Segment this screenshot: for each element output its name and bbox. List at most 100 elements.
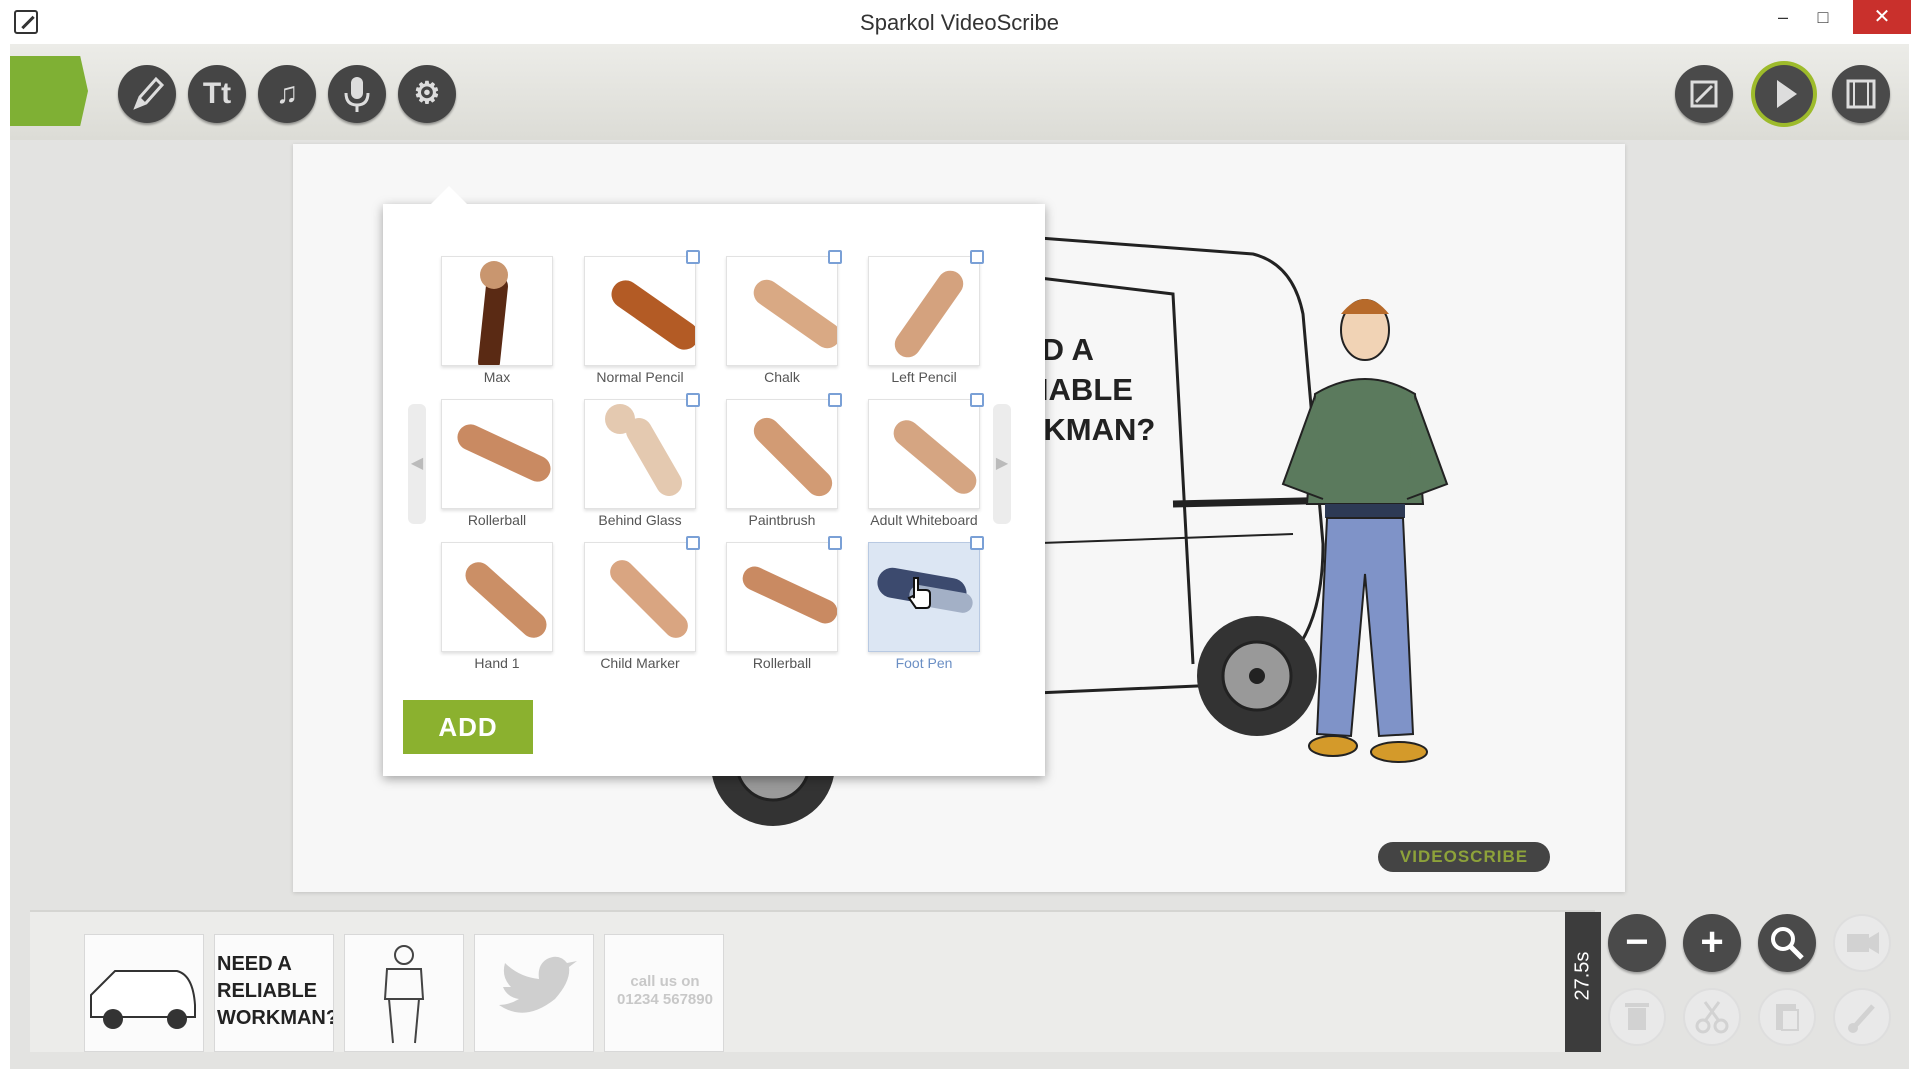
hand-option-paintbrush[interactable]: Paintbrush — [726, 393, 842, 529]
hand-thumbnail — [868, 256, 980, 366]
maximize-button[interactable]: □ — [1800, 0, 1846, 34]
videoscribe-pen-logo: VIDEOSCRIBE — [1378, 842, 1550, 872]
microphone-icon — [344, 77, 370, 112]
title-bar: Sparkol VideoScribe – □ ✕ — [0, 0, 1919, 44]
hand-thumbnail — [868, 399, 980, 509]
add-text-button[interactable]: Tt — [188, 65, 246, 123]
delete-button[interactable] — [1608, 988, 1666, 1046]
timeline-strip: NEED A RELIABLE WORKMAN? call us on 0123… — [30, 910, 1601, 1052]
brush-icon — [1848, 1004, 1875, 1033]
thumb-caption-text: NEED A RELIABLE WORKMAN? — [217, 953, 334, 1029]
gear-icon: ⚙ — [413, 77, 441, 110]
main-toolbar: Tt ♫ ⚙ — [10, 44, 1909, 140]
hand-thumbnail — [441, 399, 553, 509]
hand-option-child-marker[interactable]: Child Marker — [584, 536, 700, 672]
bird-icon — [499, 956, 577, 1013]
add-image-button[interactable] — [118, 65, 176, 123]
external-link-icon — [828, 536, 842, 550]
thumb-faded-text: call us on 01234 567890 — [617, 973, 713, 1008]
trash-icon — [1625, 1003, 1649, 1030]
timeline-thumb-phone[interactable]: call us on 01234 567890 — [604, 934, 724, 1052]
timeline-thumb-text[interactable]: NEED A RELIABLE WORKMAN? — [214, 934, 334, 1052]
add-music-button[interactable]: ♫ — [258, 65, 316, 123]
workman-thumbnail-icon — [383, 945, 425, 1044]
hand-option-rollerball[interactable]: Rollerball — [441, 399, 553, 529]
render-video-button[interactable] — [1832, 65, 1890, 123]
external-link-icon — [970, 536, 984, 550]
external-link-icon — [686, 393, 700, 407]
hand-label: Rollerball — [752, 655, 812, 671]
hand-label: Max — [483, 369, 511, 385]
paste-button[interactable] — [1758, 988, 1816, 1046]
popup-pointer — [431, 186, 467, 204]
window-title: Sparkol VideoScribe — [860, 10, 1059, 35]
external-link-icon — [828, 393, 842, 407]
close-button[interactable]: ✕ — [1853, 0, 1911, 34]
external-link-icon — [686, 536, 700, 550]
hand-label: Hand 1 — [474, 655, 520, 671]
film-icon — [1846, 79, 1876, 109]
hand-option-adult-whiteboard[interactable]: Adult Whiteboard — [868, 393, 984, 529]
external-link-icon — [686, 250, 700, 264]
hand-option-left-pencil[interactable]: Left Pencil — [868, 250, 984, 386]
hand-thumbnail — [584, 256, 696, 366]
prev-page-arrow[interactable]: ◀ — [408, 404, 426, 524]
hand-picker-popup: ◀ ▶ Max Normal Pencil Chalk Left Pencil … — [383, 186, 1045, 776]
hand-thumbnail — [584, 399, 696, 509]
hand-option-foot-pen[interactable]: Foot Pen — [868, 536, 984, 672]
hand-thumbnail — [584, 542, 696, 652]
next-page-arrow[interactable]: ▶ — [993, 404, 1011, 524]
camera-button[interactable] — [1833, 914, 1891, 972]
scissors-icon — [1695, 1001, 1729, 1034]
hand-thumbnail — [441, 542, 553, 652]
hand-thumbnail — [726, 256, 838, 366]
app-window: Tt ♫ ⚙ A LIABLE RKMAN? VIDEOSCRIBE ◀ ▶ M… — [10, 44, 1909, 1069]
hand-label: Chalk — [764, 369, 800, 385]
timeline-thumb-twitter[interactable] — [474, 934, 594, 1052]
hand-label: Child Marker — [600, 655, 680, 671]
hand-thumbnail — [726, 399, 838, 509]
hand-option-normal-pencil[interactable]: Normal Pencil — [584, 250, 700, 386]
clipboard-icon — [1776, 1004, 1799, 1031]
external-link-icon — [970, 250, 984, 264]
zoom-fit-button[interactable] — [1758, 914, 1816, 972]
cut-button[interactable] — [1683, 988, 1741, 1046]
music-icon: ♫ — [275, 77, 299, 110]
pencil-icon — [133, 76, 165, 110]
play-button[interactable] — [1755, 65, 1813, 123]
duration-text: 27.5s — [1571, 951, 1594, 1001]
hand-label: Left Pencil — [891, 369, 957, 385]
cursor-hand-icon — [907, 577, 931, 609]
timeline-duration: 27.5s — [1565, 912, 1601, 1052]
timeline-thumb-van[interactable] — [84, 934, 204, 1052]
zoom-out-button[interactable]: − — [1608, 914, 1666, 972]
timeline-thumb-workman[interactable] — [344, 934, 464, 1052]
export-icon — [1690, 80, 1718, 108]
hand-thumbnail — [441, 256, 553, 366]
export-button[interactable] — [1675, 65, 1733, 123]
magnifier-icon — [1771, 927, 1804, 960]
add-hand-button[interactable]: ADD — [403, 700, 533, 754]
van-thumbnail-icon — [90, 970, 196, 1029]
hand-label: Behind Glass — [598, 512, 682, 528]
play-icon — [1777, 80, 1797, 108]
hand-label: Paintbrush — [748, 512, 816, 528]
external-link-icon — [970, 393, 984, 407]
hand-label: Rollerball — [467, 512, 527, 528]
camera-icon — [1847, 932, 1879, 954]
brush-button[interactable] — [1833, 988, 1891, 1046]
hand-option-rollerball-2[interactable]: Rollerball — [726, 536, 842, 672]
hand-label: Normal Pencil — [596, 369, 684, 385]
hand-option-hand-1[interactable]: Hand 1 — [441, 542, 553, 672]
hand-option-chalk[interactable]: Chalk — [726, 250, 842, 386]
hand-label: Adult Whiteboard — [870, 512, 978, 528]
workman-illustration — [1281, 299, 1449, 763]
hand-thumbnail — [726, 542, 838, 652]
home-button[interactable] — [10, 56, 88, 126]
record-voiceover-button[interactable] — [328, 65, 386, 123]
hand-option-behind-glass[interactable]: Behind Glass — [584, 393, 700, 529]
hand-option-max[interactable]: Max — [441, 256, 553, 386]
zoom-in-button[interactable]: + — [1683, 914, 1741, 972]
settings-button[interactable]: ⚙ — [398, 65, 456, 123]
hand-label: Foot Pen — [895, 655, 953, 671]
